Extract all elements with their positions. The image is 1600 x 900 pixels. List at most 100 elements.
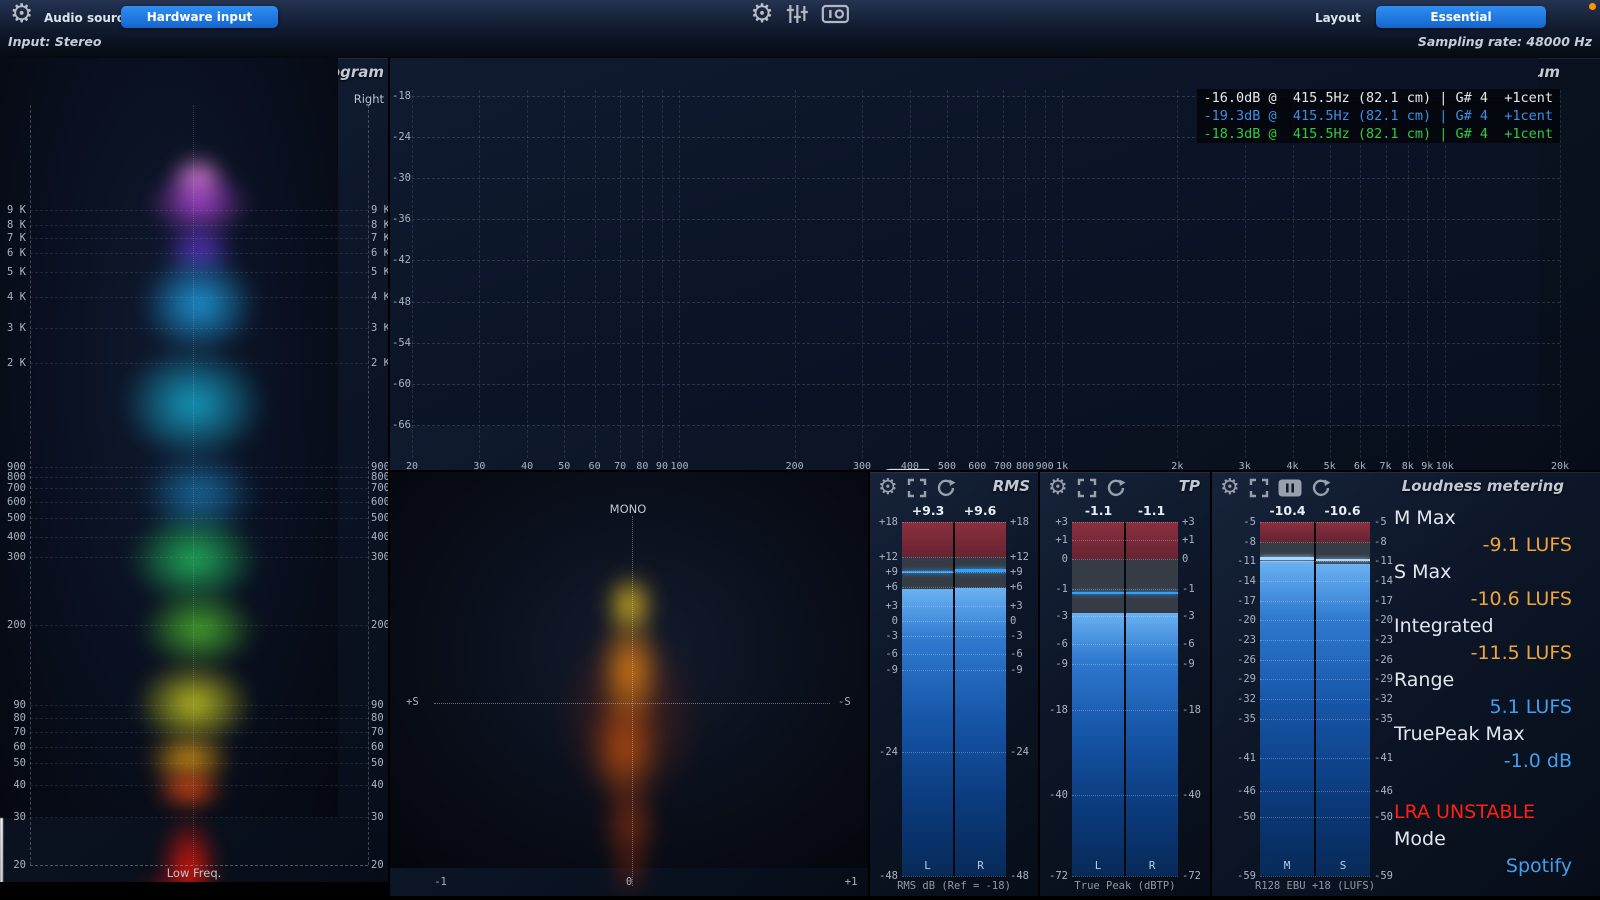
stat-value-row: -10.6 LUFS bbox=[1394, 586, 1572, 613]
spectrum-freq-tick: 6k bbox=[1346, 461, 1374, 470]
level-fill bbox=[1126, 613, 1178, 876]
over-zone bbox=[902, 522, 953, 557]
vectorscope-display[interactable]: MONO+S-S-10+1 bbox=[390, 472, 868, 896]
reset-icon[interactable] bbox=[1106, 478, 1126, 498]
spectrum-freq-gridline bbox=[527, 90, 528, 458]
spectrum-freq-tick: 50 bbox=[550, 461, 578, 470]
meter-gridline bbox=[1260, 679, 1370, 680]
tp-tick-right: -72 bbox=[1182, 870, 1201, 882]
nebula-gridline bbox=[30, 763, 368, 764]
loudness-tick-left: -17 bbox=[1212, 595, 1256, 607]
lissajous-glow bbox=[595, 560, 665, 650]
meter-gridline bbox=[1072, 522, 1178, 523]
mode-value[interactable]: Spotify bbox=[1394, 853, 1572, 880]
gear-icon[interactable]: ⚙ bbox=[1048, 477, 1068, 499]
spectrum-db-gridline bbox=[412, 343, 1560, 344]
rms-tick-left: -48 bbox=[870, 870, 898, 882]
cursor-readout-row: -18.3dB @ 415.5Hz (82.1 cm) | G# 4 +1cen… bbox=[1197, 125, 1561, 143]
loudness-channel-label: M bbox=[1260, 859, 1314, 872]
meter-gridline bbox=[1072, 710, 1178, 711]
tp-channel-label: L bbox=[1072, 859, 1124, 872]
meter-gridline bbox=[1260, 817, 1370, 818]
nebula-plot[interactable]: 9 K9 K8 K8 K7 K7 K6 K6 K5 K5 K4 K4 K3 K3… bbox=[0, 58, 388, 882]
meter-gridline bbox=[1072, 876, 1178, 877]
loudness-tick-left: -26 bbox=[1212, 654, 1256, 666]
spectrum-freq-gridline bbox=[642, 90, 643, 458]
rms-tick-right: 0 bbox=[1010, 615, 1016, 627]
rms-tick-left: -6 bbox=[870, 648, 898, 660]
loudness-tick-right: -41 bbox=[1374, 752, 1393, 764]
fullscreen-icon[interactable] bbox=[907, 478, 927, 498]
reset-icon[interactable] bbox=[1311, 478, 1331, 498]
meter-gridline bbox=[1072, 616, 1178, 617]
nebula-freq-tick-left: 800 bbox=[2, 471, 26, 483]
rms-channel-label: L bbox=[902, 859, 953, 872]
meter-gridline bbox=[1260, 581, 1370, 582]
spectrum-freq-tick: 100 bbox=[665, 461, 693, 470]
nebula-freq-tick-left: 7 K bbox=[2, 232, 26, 244]
meter-gridline bbox=[1260, 791, 1370, 792]
nebula-gridline bbox=[30, 210, 368, 211]
spectrum-freq-tick: 4k bbox=[1279, 461, 1307, 470]
nebula-freq-tick-left: 8 K bbox=[2, 219, 26, 231]
mixer-sliders-icon[interactable] bbox=[786, 3, 810, 25]
cursor-readout-row: -19.3dB @ 415.5Hz (82.1 cm) | G# 4 +1cen… bbox=[1197, 107, 1561, 125]
stat-value: 5.1 LUFS bbox=[1490, 694, 1572, 721]
nebula-freq-tick-left: 30 bbox=[2, 811, 26, 823]
nebula-gridline bbox=[30, 477, 368, 478]
loudness-tick-left: -29 bbox=[1212, 673, 1256, 685]
spectrum-freq-tick: 600 bbox=[963, 461, 991, 470]
rms-tick-left: -24 bbox=[870, 746, 898, 758]
spectrum-freq-gridline bbox=[1427, 90, 1428, 458]
spectrum-freq-gridline bbox=[620, 90, 621, 458]
settings-gear-icon[interactable]: ⚙ bbox=[750, 3, 773, 25]
spectrum-freq-gridline bbox=[795, 90, 796, 458]
spectrum-freq-gridline bbox=[1003, 90, 1004, 458]
reset-icon[interactable] bbox=[936, 478, 956, 498]
peak-hold-line bbox=[1072, 592, 1124, 595]
nebula-gridline bbox=[30, 747, 368, 748]
loudness-tick-right: -35 bbox=[1374, 713, 1393, 725]
meter-gridline bbox=[1260, 876, 1370, 877]
fullscreen-icon[interactable] bbox=[1249, 478, 1269, 498]
meter-gridline bbox=[1260, 542, 1370, 543]
spectrum-db-tick: -48 bbox=[392, 296, 409, 308]
loudness-tick-right: -46 bbox=[1374, 785, 1393, 797]
rms-title: RMS bbox=[993, 477, 1030, 495]
fullscreen-icon[interactable] bbox=[1077, 478, 1097, 498]
meter-header-icons: ⚙ bbox=[1048, 475, 1126, 501]
rms-tick-right: +3 bbox=[1010, 600, 1023, 612]
tp-tick-left: +3 bbox=[1040, 516, 1068, 528]
gear-icon[interactable]: ⚙ bbox=[1220, 477, 1240, 499]
tp-tick-right: -3 bbox=[1182, 610, 1195, 622]
rms-tick-right: +6 bbox=[1010, 581, 1023, 593]
layout-essential-button[interactable]: Essential bbox=[1376, 6, 1546, 28]
meter-gridline bbox=[1260, 620, 1370, 621]
app-window: { "topbar": { "audio_source_label": "Aud… bbox=[0, 0, 1600, 900]
stat-label-row: Integrated bbox=[1394, 613, 1572, 640]
stat-label: M Max bbox=[1394, 505, 1456, 532]
loudness-title: Loudness metering bbox=[1402, 477, 1564, 495]
io-routing-icon[interactable] bbox=[822, 4, 850, 24]
rms-tick-left: +6 bbox=[870, 581, 898, 593]
pause-icon[interactable] bbox=[1278, 479, 1302, 497]
spectrum-db-gridline bbox=[412, 178, 1560, 179]
nebula-gridline bbox=[30, 625, 368, 626]
tp-title: TP bbox=[1179, 477, 1200, 495]
loudness-tick-left: -59 bbox=[1212, 870, 1256, 882]
meter-gridline bbox=[902, 587, 1006, 588]
spectrum-freq-gridline bbox=[862, 90, 863, 458]
spectrum-db-tick: -54 bbox=[392, 337, 409, 349]
nebula-freq-tick-left: 70 bbox=[2, 726, 26, 738]
hardware-input-button[interactable]: Hardware input bbox=[121, 6, 278, 28]
stat-value: -9.1 LUFS bbox=[1483, 532, 1572, 559]
rms-bar-R: R bbox=[955, 522, 1006, 876]
audio-source-gear-icon[interactable]: ⚙ bbox=[10, 3, 33, 25]
nebula-freq-tick-right: 500 bbox=[371, 512, 388, 524]
rms-tick-left: -9 bbox=[870, 664, 898, 676]
tp-tick-right: -6 bbox=[1182, 638, 1195, 650]
gear-icon[interactable]: ⚙ bbox=[878, 477, 898, 499]
nebula-gridline bbox=[30, 518, 368, 519]
spectrum-freq-gridline bbox=[1445, 90, 1446, 458]
spectrum-freq-gridline bbox=[1245, 90, 1246, 458]
